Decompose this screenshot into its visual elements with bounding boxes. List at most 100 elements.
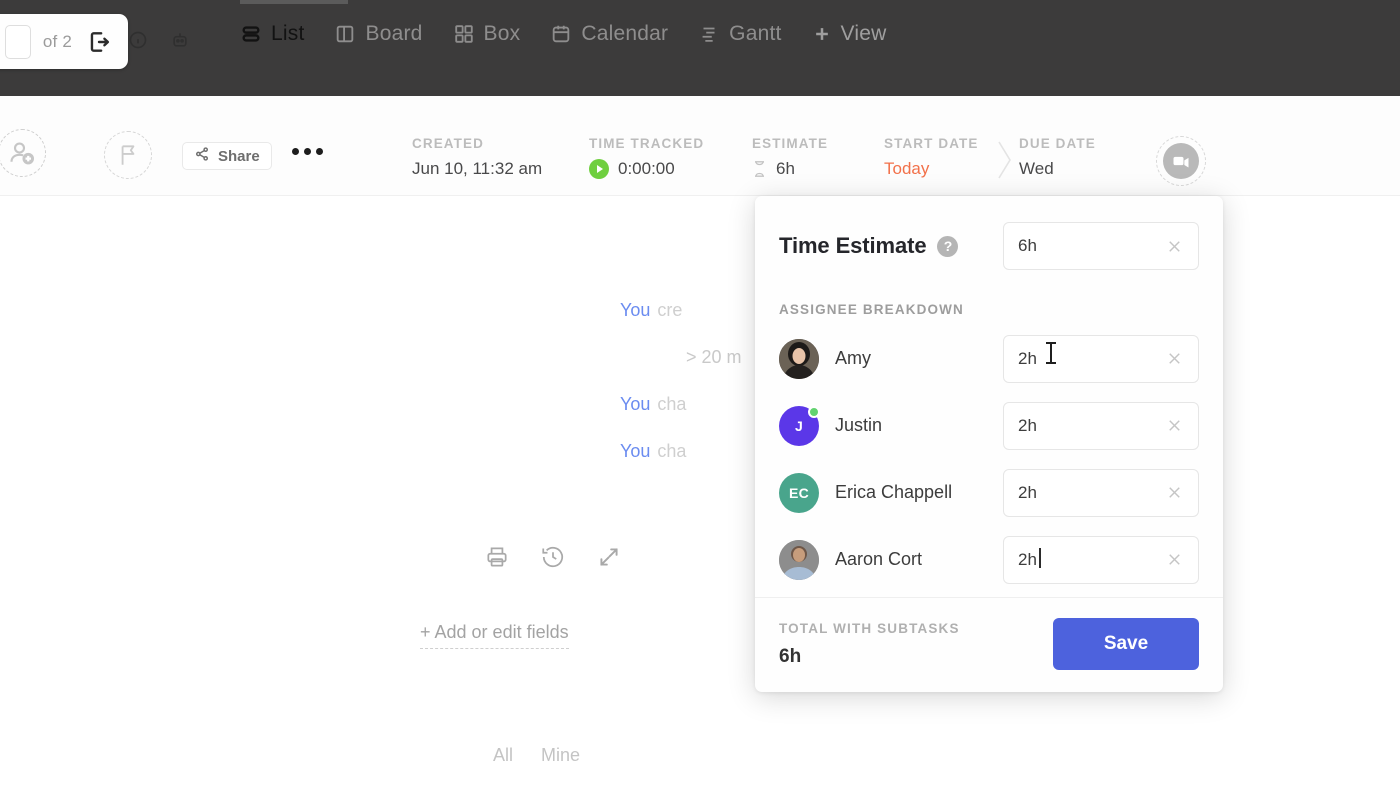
meta-created-label: CREATED [412, 136, 542, 151]
total-with-subtasks: TOTAL WITH SUBTASKS 6h [779, 621, 960, 668]
popup-footer: TOTAL WITH SUBTASKS 6h Save [755, 597, 1223, 692]
play-icon[interactable] [589, 159, 609, 179]
tab-add-view[interactable]: View [812, 22, 887, 46]
assignee-identity: EC Erica Chappell [779, 473, 952, 513]
assignee-row: EC Erica Chappell 2h [779, 459, 1199, 526]
assignee-row: Aaron Cort 2h [779, 526, 1199, 593]
print-icon[interactable] [484, 544, 510, 575]
activity-text: cre [657, 300, 682, 321]
save-button[interactable]: Save [1053, 618, 1199, 670]
assignee-identity: Aaron Cort [779, 540, 922, 580]
meta-due-date-value: Wed [1019, 159, 1096, 179]
share-button-label: Share [218, 148, 260, 165]
popup-title-group: Time Estimate ? [779, 233, 958, 259]
meta-created: CREATED Jun 10, 11:32 am [412, 136, 542, 179]
assignee-name: Erica Chappell [835, 482, 952, 503]
avatar-wrap-justin: J [779, 406, 819, 446]
meta-time-tracked-label: TIME TRACKED [589, 136, 704, 151]
share-button[interactable]: Share [182, 142, 272, 170]
video-camera-button[interactable] [1156, 136, 1206, 186]
text-cursor [1050, 342, 1052, 364]
activity-filter-tabs: All Mine [493, 745, 580, 766]
info-icon[interactable] [128, 30, 148, 50]
task-pager-input[interactable] [5, 25, 31, 59]
avatar-aaron[interactable] [779, 540, 819, 580]
tab-gantt[interactable]: Gantt [698, 22, 781, 46]
clear-icon[interactable] [1165, 483, 1184, 502]
tab-calendar[interactable]: Calendar [550, 22, 668, 46]
assignee-row: Amy 2h [779, 325, 1199, 392]
assignee-identity: J Justin [779, 406, 882, 446]
online-status-dot [808, 406, 820, 418]
assignee-estimate-input[interactable]: 2h [1003, 335, 1199, 383]
avatar-initials: J [795, 418, 803, 434]
more-options-icon[interactable] [292, 148, 323, 155]
tab-box[interactable]: Box [453, 22, 521, 46]
date-separator-chevron [994, 136, 1016, 189]
tab-box-label: Box [484, 22, 521, 46]
history-icon[interactable] [540, 544, 566, 575]
assignee-rows: Amy 2h J Justin [755, 317, 1223, 597]
tab-all[interactable]: All [493, 745, 513, 766]
total-estimate-input[interactable]: 6h [1003, 222, 1199, 270]
activity-text: cha [657, 441, 686, 462]
assignee-estimate-value: 2h [1018, 483, 1037, 503]
clear-icon[interactable] [1165, 349, 1184, 368]
popup-title: Time Estimate [779, 233, 926, 259]
view-tabs: List Board Box [240, 22, 886, 46]
tab-gantt-label: Gantt [729, 22, 781, 46]
tab-board-label: Board [365, 22, 422, 46]
meta-due-date[interactable]: DUE DATE Wed [1019, 136, 1096, 179]
add-person-icon[interactable] [0, 129, 46, 177]
help-icon[interactable]: ? [937, 236, 958, 257]
meta-estimate[interactable]: ESTIMATE 6h [752, 136, 828, 179]
list-icon [240, 23, 262, 45]
meta-estimate-value: 6h [776, 159, 795, 179]
assignee-breakdown-label: ASSIGNEE BREAKDOWN [755, 270, 1223, 317]
tab-mine[interactable]: Mine [541, 745, 580, 766]
flag-icon[interactable] [104, 131, 152, 179]
tab-list[interactable]: List [240, 22, 304, 46]
clear-icon[interactable] [1165, 237, 1184, 256]
calendar-icon [550, 23, 572, 45]
assignee-estimate-input[interactable]: 2h [1003, 469, 1199, 517]
assignee-name: Amy [835, 348, 871, 369]
popup-header: Time Estimate ? 6h [755, 196, 1223, 270]
total-label: TOTAL WITH SUBTASKS [779, 621, 960, 636]
box-icon [453, 23, 475, 45]
dimmed-toolbar-icons [128, 30, 190, 50]
meta-estimate-value-row: 6h [752, 159, 828, 179]
robot-icon[interactable] [170, 30, 190, 50]
meta-start-date[interactable]: START DATE Today [884, 136, 979, 179]
activity-actor: You [620, 300, 650, 321]
top-view-bar: List Board Box [0, 0, 1400, 96]
tab-board[interactable]: Board [334, 22, 422, 46]
avatar-initials: EC [789, 485, 809, 501]
meta-time-tracked-value-row: 0:00:00 [589, 159, 704, 179]
task-pager[interactable]: of 2 [0, 14, 128, 69]
assignee-estimate-value: 2h [1018, 416, 1037, 436]
task-footer-tools [484, 544, 622, 575]
avatar-amy[interactable] [779, 339, 819, 379]
task-pager-of-label: of 2 [43, 32, 72, 52]
tab-add-view-label: View [841, 22, 887, 46]
hourglass-icon [752, 160, 767, 178]
clear-icon[interactable] [1165, 550, 1184, 569]
meta-due-date-label: DUE DATE [1019, 136, 1096, 151]
app-root: List Board Box [0, 0, 1400, 788]
avatar-erica[interactable]: EC [779, 473, 819, 513]
meta-time-tracked-value: 0:00:00 [618, 159, 675, 179]
add-or-edit-fields-link[interactable]: + Add or edit fields [420, 622, 569, 649]
meta-start-date-value: Today [884, 159, 979, 179]
assignee-estimate-input[interactable]: 2h [1003, 536, 1199, 584]
open-task-icon[interactable] [86, 29, 112, 55]
meta-time-tracked[interactable]: TIME TRACKED 0:00:00 [589, 136, 704, 179]
clear-icon[interactable] [1165, 416, 1184, 435]
meta-created-value: Jun 10, 11:32 am [412, 159, 542, 179]
expand-icon[interactable] [596, 544, 622, 575]
video-camera-icon [1163, 143, 1199, 179]
tab-list-label: List [271, 22, 304, 46]
assignee-identity: Amy [779, 339, 871, 379]
assignee-estimate-input[interactable]: 2h [1003, 402, 1199, 450]
meta-start-date-label: START DATE [884, 136, 979, 151]
